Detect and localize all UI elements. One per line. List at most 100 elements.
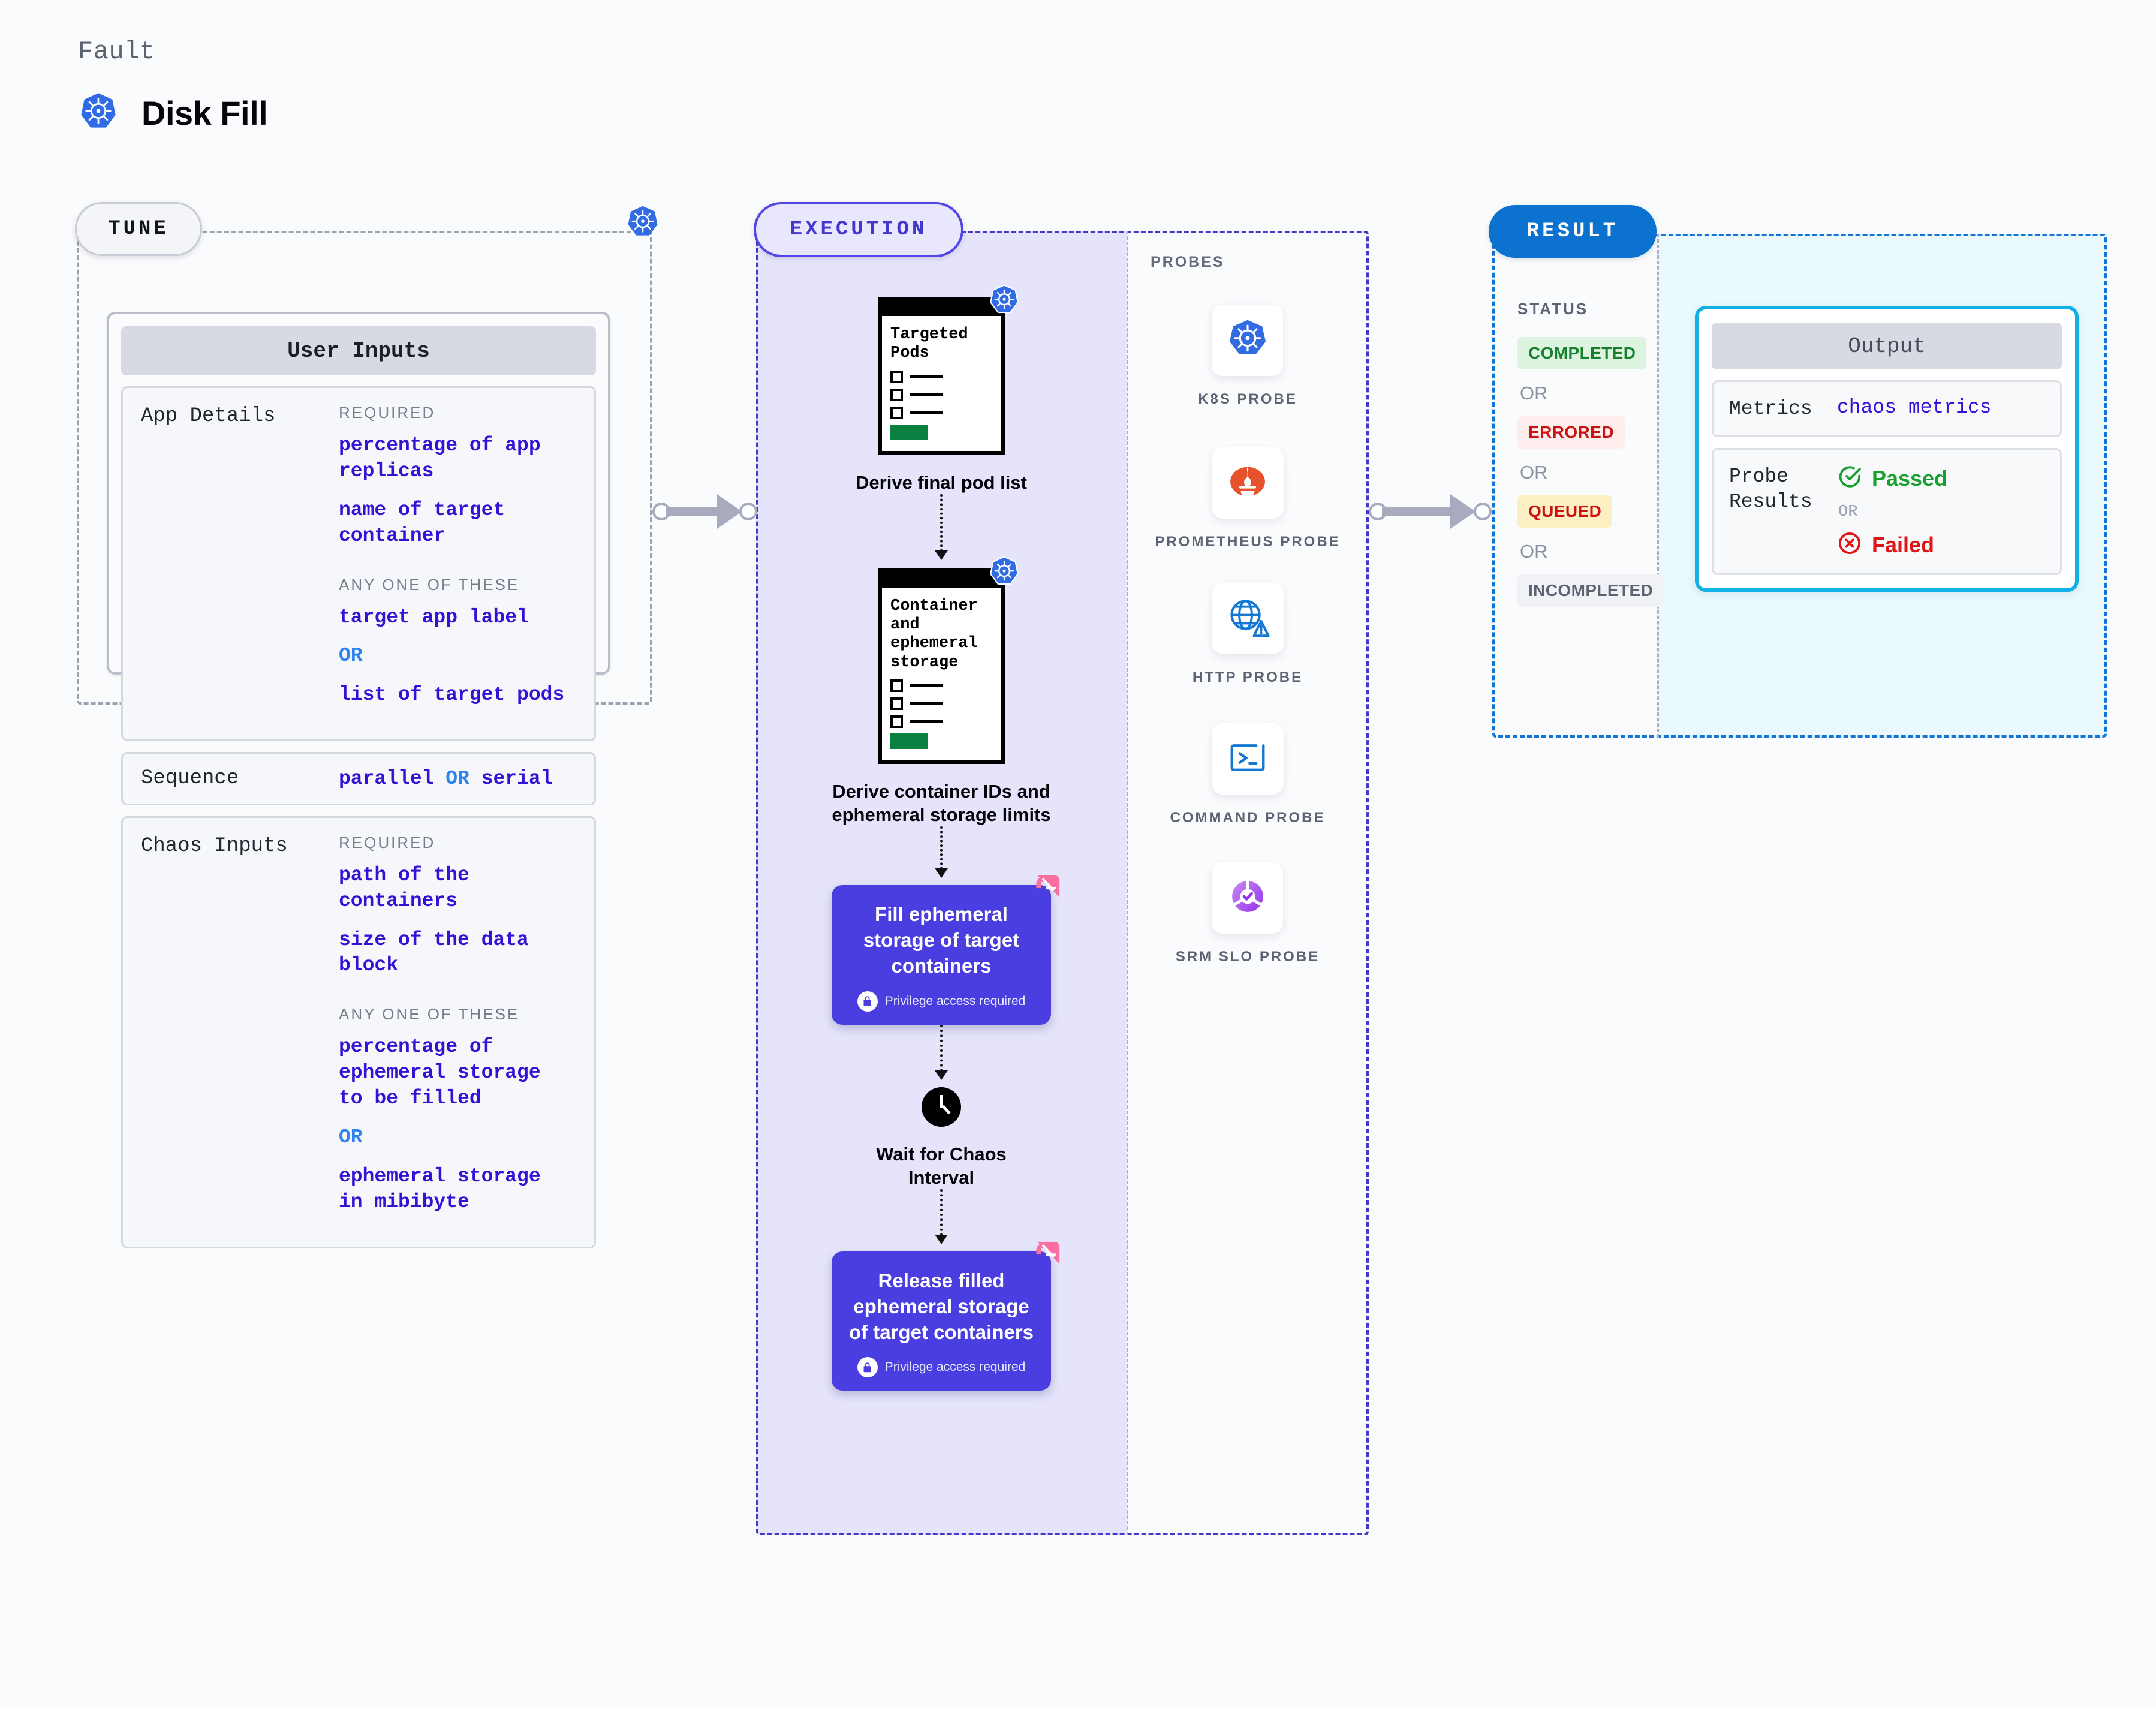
connector-line	[1382, 507, 1459, 516]
or-separator: OR	[339, 645, 363, 667]
privilege-note: Privilege access required	[846, 991, 1037, 1012]
probe-name: PROMETHEUS PROBE	[1155, 534, 1341, 550]
connector-end-dot	[739, 503, 757, 520]
probe-prometheus[interactable]: PROMETHEUS PROBE	[1155, 447, 1340, 552]
document-sheet: Targeted Pods	[878, 316, 1005, 455]
probes-column: PROBES K8S PROBE PROMETHEUS PROBE HTTP P…	[1127, 231, 1369, 1535]
input-value: path of the containers	[339, 863, 469, 912]
rule	[910, 684, 943, 687]
targeted-pods-document: Targeted Pods	[878, 284, 1019, 455]
action-title: Release filled ephemeral storage of targ…	[848, 1269, 1034, 1343]
connector-execution-to-result	[1369, 494, 1495, 529]
result-zone: RESULT STATUS COMPLETED OR ERRORED OR QU…	[1489, 205, 2107, 738]
status-bar-icon	[890, 733, 928, 749]
flow-line	[940, 494, 943, 552]
action-title: Fill ephemeral storage of target contain…	[863, 903, 1020, 977]
metrics-key: Metrics	[1729, 398, 1812, 420]
document-title: Targeted Pods	[890, 326, 968, 363]
required-label: REQUIRED	[339, 404, 436, 422]
app-details-values: REQUIRED percentage of app replicas name…	[339, 404, 576, 721]
probe-results-key: Probe Results	[1729, 465, 1812, 513]
probe-result-passed-text: Passed	[1872, 465, 1948, 491]
probe-results-row: Probe Results Passed OR Failed	[1712, 448, 2062, 576]
probe-command[interactable]: COMMAND PROBE	[1170, 723, 1326, 828]
flow-arrowhead	[935, 550, 948, 560]
flow-arrowhead	[935, 1234, 948, 1244]
or-separator: OR	[1520, 383, 1548, 404]
sequence-values: parallel OR serial	[339, 768, 553, 790]
execution-zone: EXECUTION Targeted Pods Derive final pod…	[754, 202, 1369, 1535]
probe-tile	[1212, 447, 1284, 519]
connector-arrowhead	[1450, 494, 1476, 529]
action-fill-storage[interactable]: Fill ephemeral storage of target contain…	[832, 875, 1060, 1025]
connector-line	[666, 507, 725, 516]
probe-name: HTTP PROBE	[1192, 669, 1303, 686]
document-line	[890, 370, 992, 383]
globe-warning-icon	[1225, 595, 1270, 642]
sequence-key: Sequence	[141, 767, 239, 790]
rule	[910, 702, 943, 705]
rule	[910, 375, 943, 378]
status-list: COMPLETED OR ERRORED OR QUEUED OR INCOMP…	[1517, 337, 1664, 607]
probe-result-failed: Failed	[1837, 531, 1947, 559]
privilege-note: Privilege access required	[846, 1357, 1037, 1378]
sequence-value-b: serial	[481, 767, 553, 790]
checkbox-icon	[890, 388, 903, 401]
flow-arrow	[935, 1024, 948, 1080]
lock-icon	[857, 991, 878, 1012]
checkbox-icon	[890, 406, 903, 419]
privilege-note-text: Privilege access required	[884, 994, 1026, 1008]
checkbox-icon	[890, 370, 903, 383]
output-title: Output	[1712, 323, 2062, 369]
document-topbar	[878, 297, 1005, 316]
flow-line	[940, 1024, 943, 1072]
page-header: Fault Disk Fill	[78, 37, 268, 135]
document-line	[890, 679, 992, 692]
check-circle-icon	[1837, 464, 1862, 492]
metrics-value: chaos metrics	[1837, 396, 1992, 419]
result-pill: RESULT	[1489, 205, 1657, 258]
chaos-inputs-values: REQUIRED path of the containers size of …	[339, 834, 576, 1229]
container-storage-document: Container and ephemeral storage	[878, 556, 1019, 764]
probe-http[interactable]: HTTP PROBE	[1193, 583, 1303, 687]
probe-srm-slo[interactable]: SRM SLO PROBE	[1176, 862, 1320, 967]
title-row: Disk Fill	[78, 91, 268, 135]
input-value: percentage of ephemeral storage to be fi…	[339, 1036, 541, 1110]
document-line	[890, 715, 992, 728]
terminal-icon	[1227, 736, 1269, 781]
flow-arrowhead	[935, 868, 948, 878]
tune-zone: TUNE User Inputs App Details REQUIRED pe…	[75, 202, 658, 1248]
input-value: ephemeral storage in mibibyte	[339, 1165, 541, 1213]
connector-arrowhead	[717, 494, 742, 529]
document-line	[890, 388, 992, 401]
status-bar-icon	[890, 424, 928, 440]
chaos-inputs-key: Chaos Inputs	[141, 834, 288, 857]
rule	[910, 411, 943, 414]
chaos-inputs-card: Chaos Inputs REQUIRED path of the contai…	[121, 816, 596, 1248]
kubernetes-icon	[625, 204, 660, 242]
status-label: STATUS	[1517, 300, 1589, 318]
any-one-label: ANY ONE OF THESE	[339, 575, 520, 594]
sequence-value-a: parallel	[339, 767, 434, 790]
litmus-icon	[1026, 1238, 1063, 1278]
x-circle-icon	[1837, 531, 1862, 559]
probe-tile	[1212, 862, 1284, 934]
flow-arrow	[935, 1189, 948, 1244]
flow-arrow	[935, 826, 948, 878]
flow-arrowhead	[935, 1070, 948, 1080]
rule	[910, 720, 943, 723]
required-label: REQUIRED	[339, 833, 436, 852]
action-release-storage[interactable]: Release filled ephemeral storage of targ…	[832, 1241, 1060, 1391]
status-badge-errored: ERRORED	[1517, 416, 1625, 449]
or-separator: OR	[1520, 462, 1548, 483]
document-topbar	[878, 568, 1005, 588]
probe-k8s[interactable]: K8S PROBE	[1198, 305, 1297, 409]
user-inputs-title: User Inputs	[121, 326, 596, 375]
document-line	[890, 406, 992, 419]
fault-eyebrow: Fault	[78, 37, 155, 66]
probes-label: PROBES	[1151, 254, 1225, 270]
any-one-label: ANY ONE OF THESE	[339, 1005, 520, 1024]
flow-line	[940, 826, 943, 870]
input-value: target app label	[339, 606, 529, 628]
slo-donut-check-icon	[1226, 875, 1269, 921]
